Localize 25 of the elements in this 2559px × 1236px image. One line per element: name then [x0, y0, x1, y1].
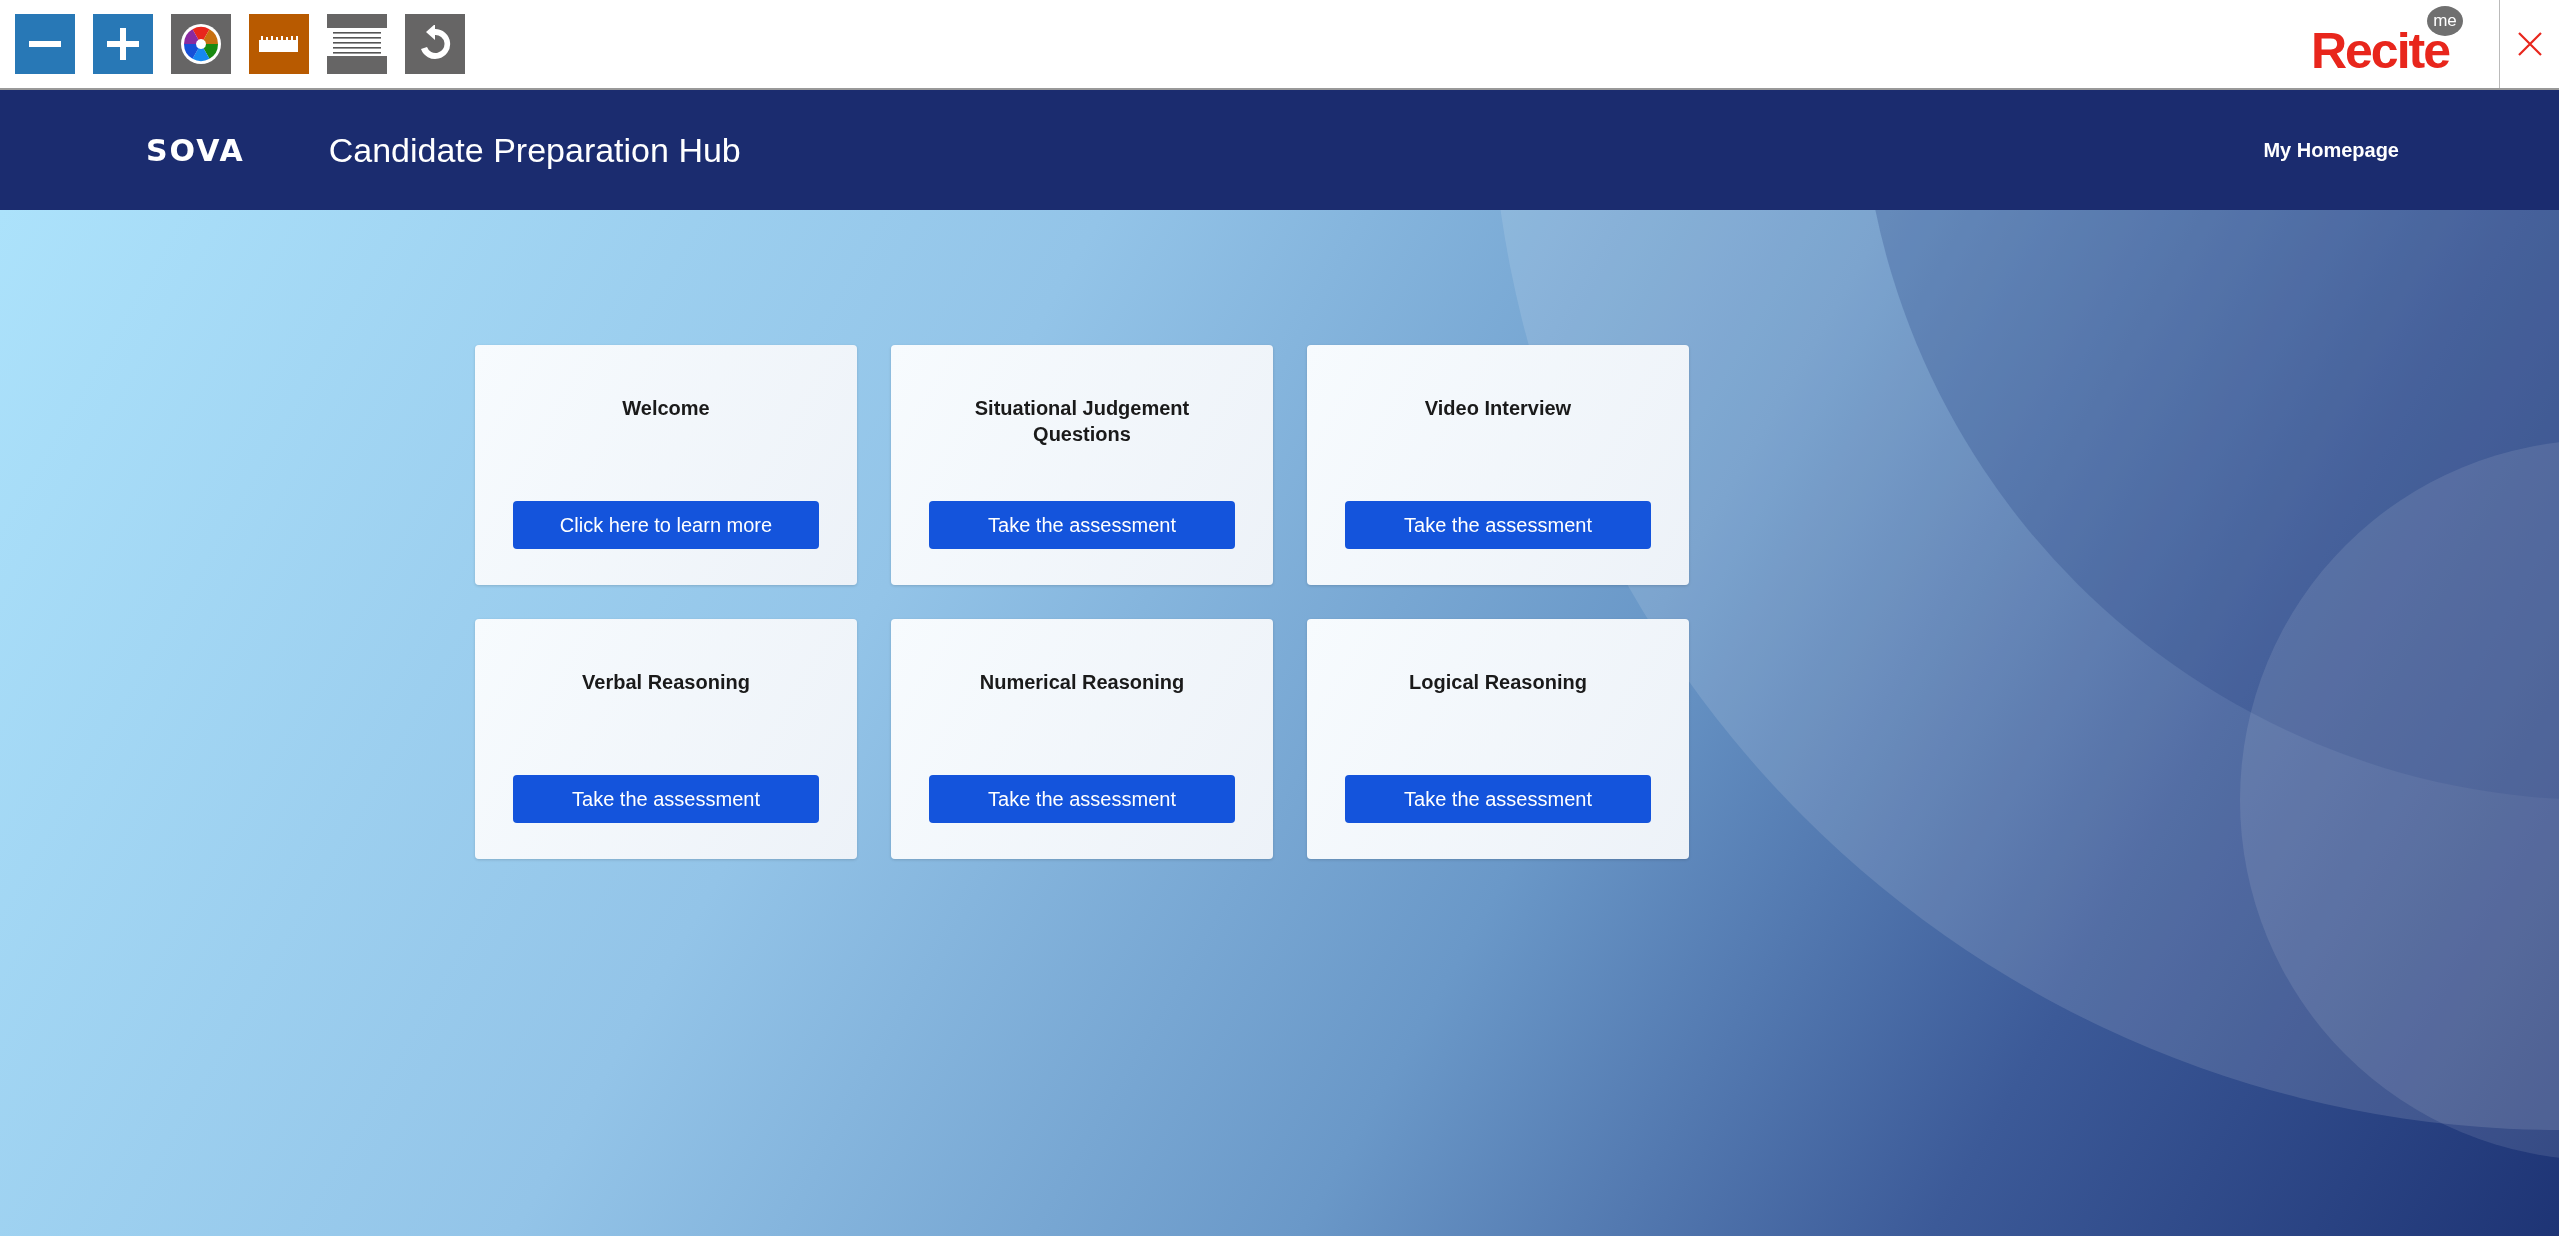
- homepage-link[interactable]: My Homepage: [2263, 138, 2399, 162]
- card-title: Welcome: [621, 396, 711, 421]
- brand-logo[interactable]: SOVA: [146, 132, 245, 168]
- close-icon: [2517, 32, 2542, 56]
- card-action-button[interactable]: Take the assessment: [1345, 501, 1651, 549]
- zoom-in-button[interactable]: [93, 14, 153, 74]
- card-action-button[interactable]: Take the assessment: [929, 775, 1235, 823]
- plus-icon: [107, 28, 139, 60]
- card-action-button[interactable]: Take the assessment: [513, 775, 819, 823]
- ruler-button[interactable]: [249, 14, 309, 74]
- card-title: Verbal Reasoning: [581, 670, 751, 695]
- card-action-button[interactable]: Take the assessment: [929, 501, 1235, 549]
- card-title: Situational Judgement Questions: [973, 396, 1191, 447]
- card-title: Video Interview: [1423, 396, 1573, 421]
- card-action-button[interactable]: Click here to learn more: [513, 501, 819, 549]
- color-wheel-button[interactable]: [171, 14, 231, 74]
- card-title: Logical Reasoning: [1408, 670, 1588, 695]
- ruler-icon: [259, 36, 299, 52]
- reset-button[interactable]: [405, 14, 465, 74]
- card-title: Numerical Reasoning: [978, 670, 1186, 695]
- color-wheel-icon: [180, 23, 222, 65]
- card-action-button[interactable]: Take the assessment: [1345, 775, 1651, 823]
- page-title: Candidate Preparation Hub: [328, 130, 741, 170]
- zoom-out-button[interactable]: [15, 14, 75, 74]
- minus-icon: [29, 41, 61, 47]
